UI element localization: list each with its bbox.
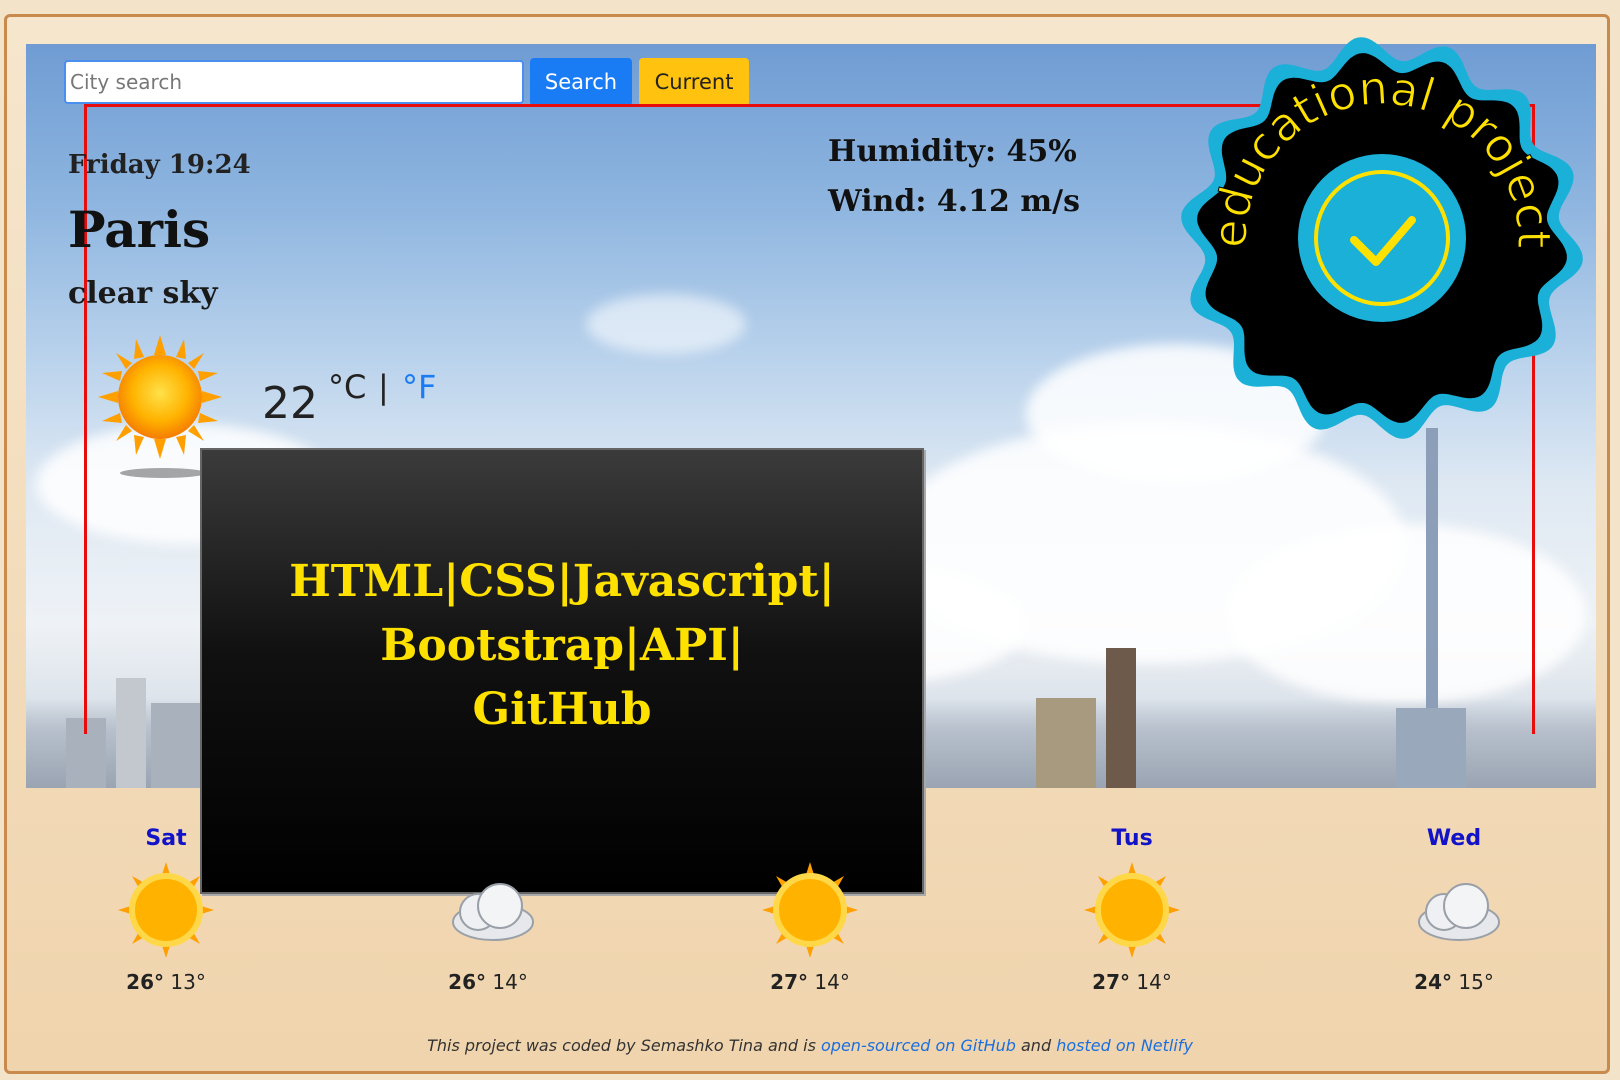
current-temperature: 22 (262, 378, 318, 429)
search-button[interactable]: Search (530, 58, 632, 106)
forecast-day-label: Sat (145, 826, 187, 851)
weather-description: clear sky (68, 276, 218, 311)
sun-shadow (120, 468, 206, 478)
sun-icon (118, 862, 214, 958)
unit-separator: | (378, 368, 389, 406)
wind-value: Wind: 4.12 m/s (828, 184, 1080, 219)
celsius-toggle[interactable]: °C (328, 368, 366, 406)
github-link[interactable]: open-sourced on GitHub (821, 1036, 1016, 1055)
current-datetime: Friday 19:24 (68, 150, 251, 180)
footer-text: This project was coded by Semashko Tina … (427, 1036, 822, 1055)
city-search-input[interactable] (64, 60, 524, 104)
humidity-value: Humidity: 45% (828, 134, 1077, 169)
cloud-icon (1418, 883, 1500, 941)
tech-stack-line-1: HTML|CSS|Javascript| (289, 556, 835, 607)
cloud-icon (452, 883, 534, 941)
forecast-temp: 27° 14° (1092, 970, 1172, 994)
footer: This project was coded by Semashko Tina … (0, 1036, 1620, 1055)
tech-stack-line-3: GitHub (472, 684, 652, 735)
netlify-link[interactable]: hosted on Netlify (1056, 1036, 1193, 1055)
tech-stack-overlay: HTML|CSS|Javascript| Bootstrap|API| GitH… (200, 448, 924, 894)
current-location-button[interactable]: Current (639, 58, 749, 106)
forecast-day-label: Tus (1111, 826, 1153, 851)
forecast-temp: 26° 13° (126, 970, 206, 994)
tech-stack-line-2: Bootstrap|API| (380, 620, 744, 671)
city-name: Paris (68, 200, 211, 259)
sun-icon (98, 335, 222, 459)
sun-icon (1084, 862, 1180, 958)
fahrenheit-toggle[interactable]: °F (402, 368, 436, 406)
sun-icon (762, 862, 858, 958)
forecast-day-label: Wed (1426, 826, 1482, 851)
forecast-temp: 27° 14° (770, 970, 850, 994)
educational-project-badge: educational project (1181, 37, 1583, 439)
forecast-temp: 26° 14° (448, 970, 528, 994)
forecast-temp: 24° 15° (1414, 970, 1494, 994)
footer-text: and (1015, 1036, 1057, 1055)
